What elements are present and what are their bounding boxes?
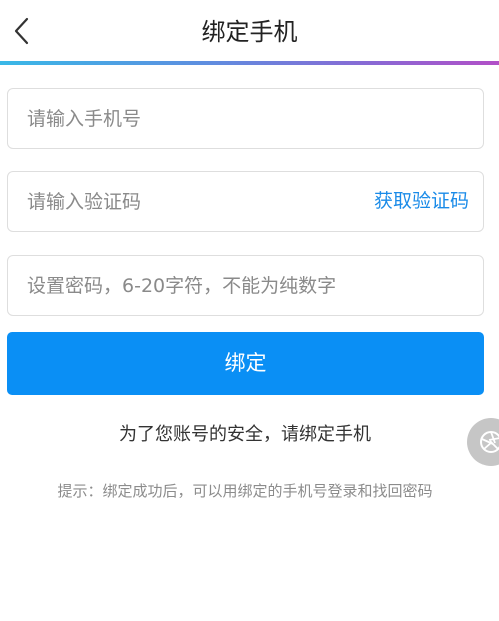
- bind-button[interactable]: 绑定: [7, 332, 484, 395]
- security-note: 为了您账号的安全，请绑定手机: [119, 424, 371, 445]
- password-input[interactable]: [27, 256, 467, 315]
- tip-text: 提示：绑定成功后，可以用绑定的手机号登录和找回密码: [57, 482, 433, 500]
- verification-code-field: 获取验证码: [7, 171, 484, 232]
- phone-input[interactable]: [27, 89, 467, 148]
- get-code-button[interactable]: 获取验证码: [374, 172, 469, 231]
- header-divider: [0, 61, 499, 65]
- verification-code-input[interactable]: [27, 172, 347, 231]
- aperture-icon: [480, 431, 499, 453]
- password-field: [7, 255, 484, 316]
- top-bar: 绑定手机: [0, 0, 499, 62]
- page-title: 绑定手机: [201, 18, 298, 46]
- phone-field: [7, 88, 484, 149]
